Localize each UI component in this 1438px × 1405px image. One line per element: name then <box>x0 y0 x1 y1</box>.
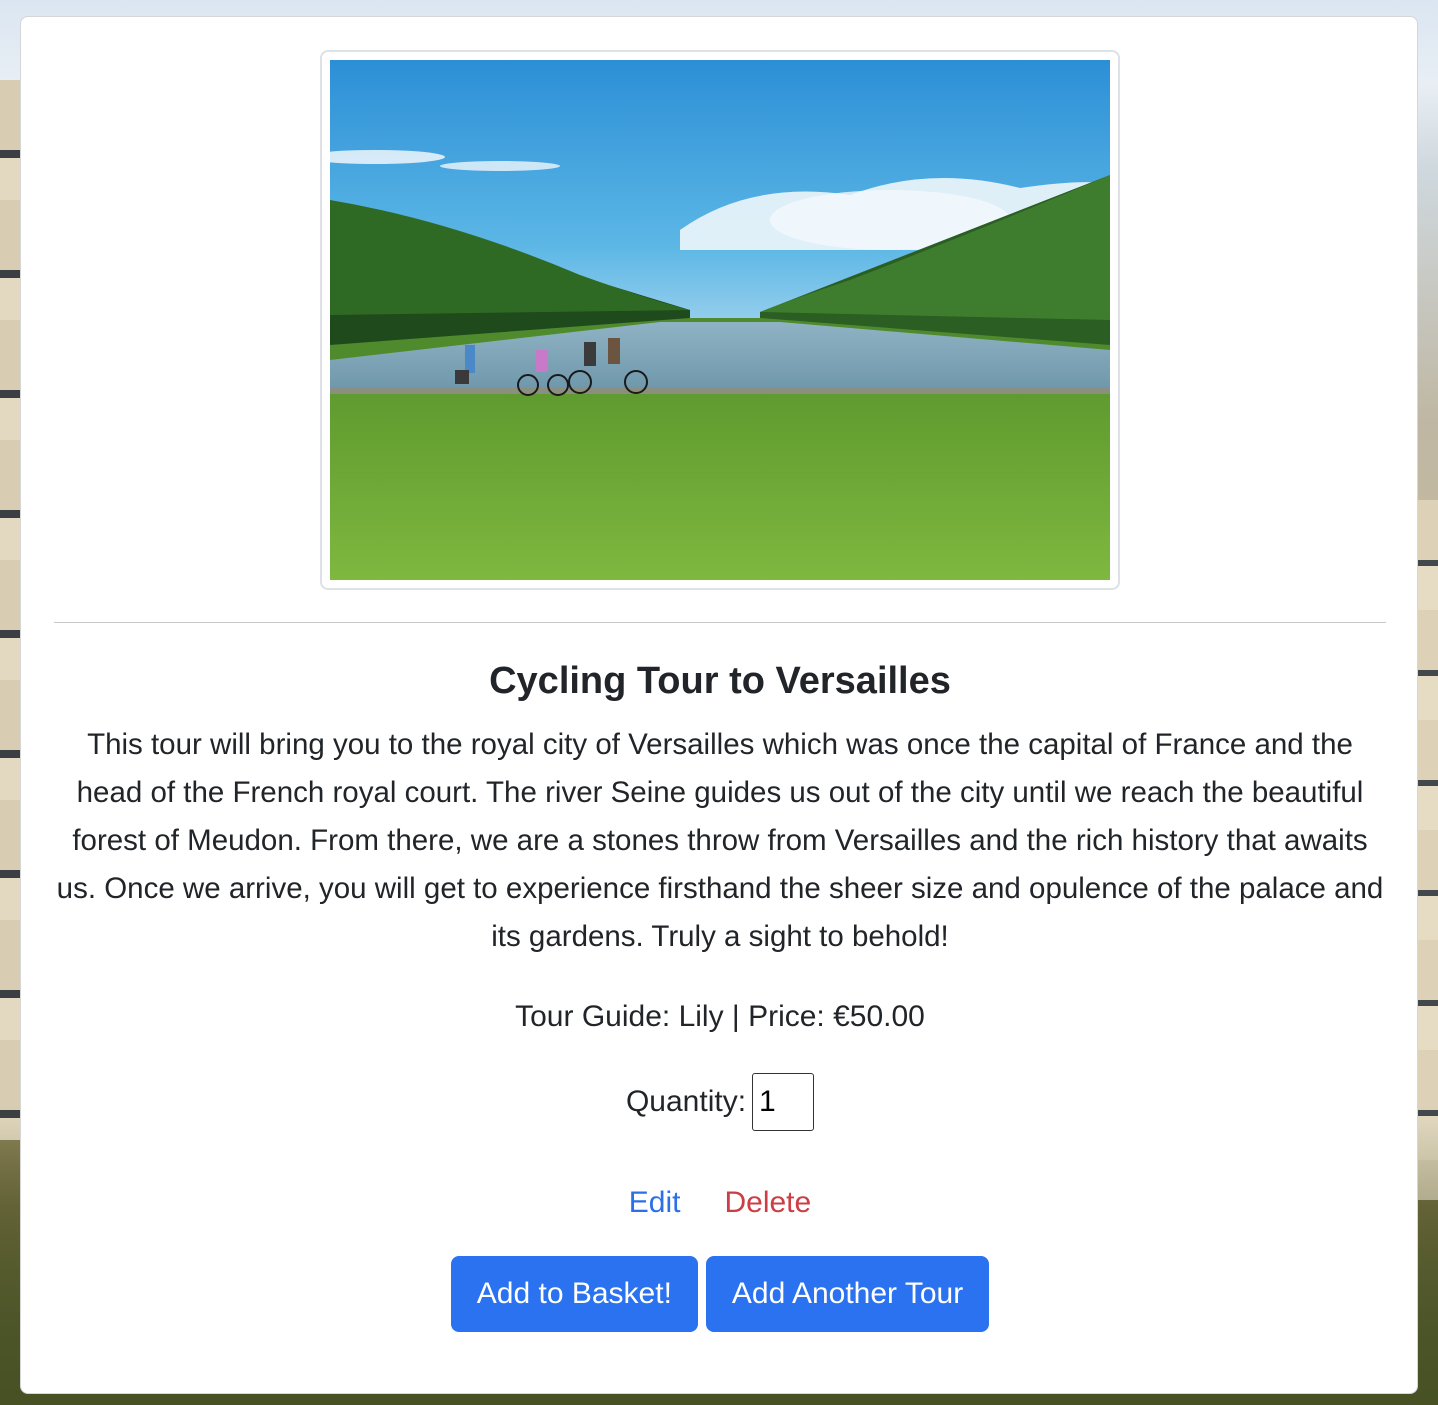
background-facade-left <box>0 80 22 1140</box>
guide-name: Lily <box>678 1000 724 1033</box>
delete-link[interactable]: Delete <box>724 1186 811 1219</box>
tour-image <box>330 60 1110 580</box>
add-another-tour-button[interactable]: Add Another Tour <box>705 1256 990 1332</box>
add-to-basket-button[interactable]: Add to Basket! <box>450 1256 698 1332</box>
quantity-label: Quantity: <box>625 1085 747 1119</box>
price-value: €50.00 <box>833 1000 925 1033</box>
admin-links: Edit Delete <box>21 1179 1419 1227</box>
tour-meta: Tour Guide: Lily | Price: €50.00 <box>21 993 1419 1041</box>
action-buttons: Add to Basket! Add Another Tour <box>21 1256 1419 1332</box>
divider <box>54 622 1386 623</box>
tour-image-frame <box>320 50 1120 590</box>
tour-card: Cycling Tour to Versailles This tour wil… <box>20 16 1418 1394</box>
edit-link[interactable]: Edit <box>629 1186 681 1219</box>
background-facade-right <box>1416 500 1438 1200</box>
quantity-input[interactable] <box>752 1073 815 1132</box>
meta-separator: | <box>731 1000 740 1033</box>
price-label: Price: <box>748 1000 825 1033</box>
tour-description: This tour will bring you to the royal ci… <box>56 728 1384 953</box>
quantity-row: Quantity: <box>21 1071 1419 1132</box>
tour-title: Cycling Tour to Versailles <box>489 660 951 702</box>
guide-label: Tour Guide: <box>515 1000 671 1033</box>
